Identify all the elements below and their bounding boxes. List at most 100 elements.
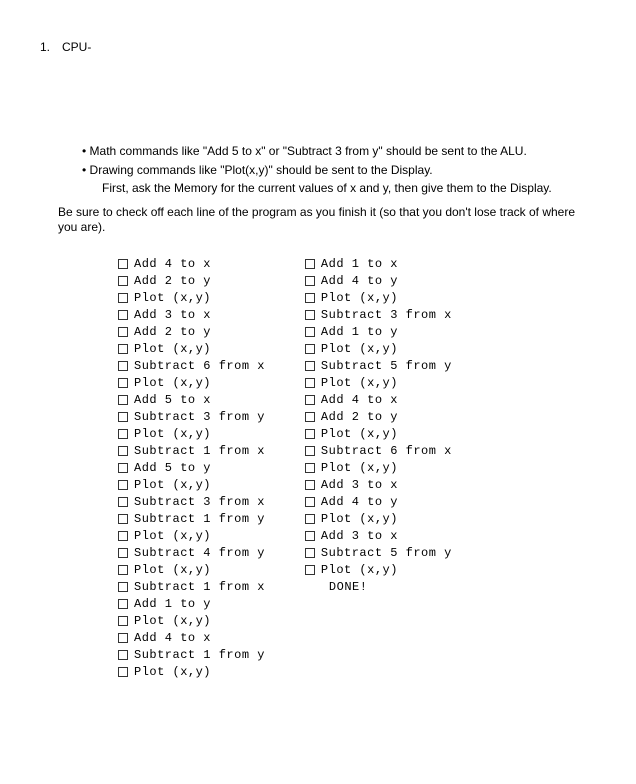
checkbox-icon[interactable]: [118, 327, 128, 337]
bullet-subtext: First, ask the Memory for the current va…: [80, 181, 596, 197]
program-command: Add 1 to y: [321, 325, 398, 339]
program-line: Add 2 to y: [305, 409, 452, 426]
checkbox-icon[interactable]: [118, 599, 128, 609]
program-command: Plot (x,y): [321, 291, 398, 305]
checkbox-icon[interactable]: [305, 412, 315, 422]
heading-text: CPU-: [62, 40, 91, 54]
checkbox-icon[interactable]: [118, 633, 128, 643]
program-command: Add 2 to y: [321, 410, 398, 424]
program-line: Plot (x,y): [118, 477, 265, 494]
program-line: Plot (x,y): [305, 375, 452, 392]
program-column-1: Add 4 to xAdd 2 to yPlot (x,y)Add 3 to x…: [118, 256, 265, 681]
program-line: Plot (x,y): [305, 511, 452, 528]
program-command: Subtract 1 from x: [134, 580, 265, 594]
checkbox-icon[interactable]: [305, 429, 315, 439]
program-line: Subtract 6 from x: [118, 358, 265, 375]
checkbox-icon[interactable]: [118, 310, 128, 320]
checkbox-icon[interactable]: [305, 446, 315, 456]
program-command: Add 4 to y: [321, 495, 398, 509]
checkbox-icon[interactable]: [118, 565, 128, 575]
program-command: Plot (x,y): [321, 461, 398, 475]
checkbox-icon[interactable]: [118, 548, 128, 558]
program-line: Add 1 to x: [305, 256, 452, 273]
checkbox-icon[interactable]: [305, 310, 315, 320]
checkbox-icon[interactable]: [305, 378, 315, 388]
program-line: Subtract 1 from y: [118, 647, 265, 664]
checkbox-icon[interactable]: [118, 667, 128, 677]
program-line: Subtract 1 from x: [118, 579, 265, 596]
checkbox-icon[interactable]: [305, 548, 315, 558]
program-line: Plot (x,y): [305, 341, 452, 358]
checkbox-icon[interactable]: [118, 497, 128, 507]
program-line: Plot (x,y): [118, 341, 265, 358]
checkbox-icon[interactable]: [118, 276, 128, 286]
checkbox-icon[interactable]: [305, 361, 315, 371]
program-command: Subtract 1 from y: [134, 512, 265, 526]
program-line: Add 5 to x: [118, 392, 265, 409]
checkbox-icon[interactable]: [305, 259, 315, 269]
bullet-item: • Drawing commands like "Plot(x,y)" shou…: [80, 163, 596, 179]
checkbox-icon[interactable]: [118, 463, 128, 473]
program-line: Add 3 to x: [118, 307, 265, 324]
program-command: Subtract 6 from x: [134, 359, 265, 373]
checkbox-icon[interactable]: [305, 497, 315, 507]
checkbox-icon[interactable]: [118, 582, 128, 592]
checkbox-icon[interactable]: [305, 565, 315, 575]
program-command: Subtract 3 from x: [321, 308, 452, 322]
program-line: Add 4 to y: [305, 273, 452, 290]
program-line: Add 2 to y: [118, 324, 265, 341]
program-line: Subtract 5 from y: [305, 545, 452, 562]
program-line: Add 1 to y: [305, 324, 452, 341]
checkbox-icon[interactable]: [118, 259, 128, 269]
checkbox-icon[interactable]: [118, 531, 128, 541]
program-command: Plot (x,y): [321, 376, 398, 390]
program-line: Add 4 to x: [118, 256, 265, 273]
program-line: Plot (x,y): [305, 426, 452, 443]
program-line: Subtract 6 from x: [305, 443, 452, 460]
checkbox-icon[interactable]: [118, 480, 128, 490]
checkbox-icon[interactable]: [305, 327, 315, 337]
program-command: Subtract 3 from x: [134, 495, 265, 509]
program-command: Add 4 to x: [134, 257, 211, 271]
program-command: Plot (x,y): [321, 427, 398, 441]
program-line: Add 4 to x: [305, 392, 452, 409]
checkbox-icon[interactable]: [305, 344, 315, 354]
program-line: Subtract 3 from x: [118, 494, 265, 511]
program-line: Subtract 1 from x: [118, 443, 265, 460]
checkbox-icon[interactable]: [118, 412, 128, 422]
checkbox-icon[interactable]: [118, 446, 128, 456]
checkbox-icon[interactable]: [118, 378, 128, 388]
checkbox-icon[interactable]: [305, 531, 315, 541]
program-command: Subtract 5 from y: [321, 359, 452, 373]
checkbox-icon[interactable]: [305, 395, 315, 405]
checkbox-icon[interactable]: [305, 293, 315, 303]
program-line: Plot (x,y): [305, 460, 452, 477]
checkbox-icon[interactable]: [118, 361, 128, 371]
program-command: Add 4 to y: [321, 274, 398, 288]
checkbox-icon[interactable]: [305, 276, 315, 286]
program-line: Subtract 3 from x: [305, 307, 452, 324]
program-command: Add 2 to y: [134, 274, 211, 288]
program-command: Subtract 5 from y: [321, 546, 452, 560]
program-line: Plot (x,y): [118, 375, 265, 392]
program-line: Plot (x,y): [118, 528, 265, 545]
program-column-2: Add 1 to xAdd 4 to yPlot (x,y)Subtract 3…: [305, 256, 452, 681]
checkbox-icon[interactable]: [118, 650, 128, 660]
checkbox-icon[interactable]: [305, 480, 315, 490]
program-command: Plot (x,y): [134, 427, 211, 441]
checkbox-icon[interactable]: [305, 463, 315, 473]
program-line: Add 5 to y: [118, 460, 265, 477]
program-line: Subtract 4 from y: [118, 545, 265, 562]
checkbox-icon[interactable]: [118, 395, 128, 405]
program-command: Plot (x,y): [134, 342, 211, 356]
checkbox-icon[interactable]: [305, 514, 315, 524]
checkbox-icon[interactable]: [118, 514, 128, 524]
program-line: Add 4 to x: [118, 630, 265, 647]
checkbox-icon[interactable]: [118, 344, 128, 354]
checkbox-icon[interactable]: [118, 293, 128, 303]
program-command: Plot (x,y): [321, 512, 398, 526]
program-line: Add 3 to x: [305, 477, 452, 494]
checkbox-icon[interactable]: [118, 429, 128, 439]
program-command: Plot (x,y): [321, 342, 398, 356]
checkbox-icon[interactable]: [118, 616, 128, 626]
